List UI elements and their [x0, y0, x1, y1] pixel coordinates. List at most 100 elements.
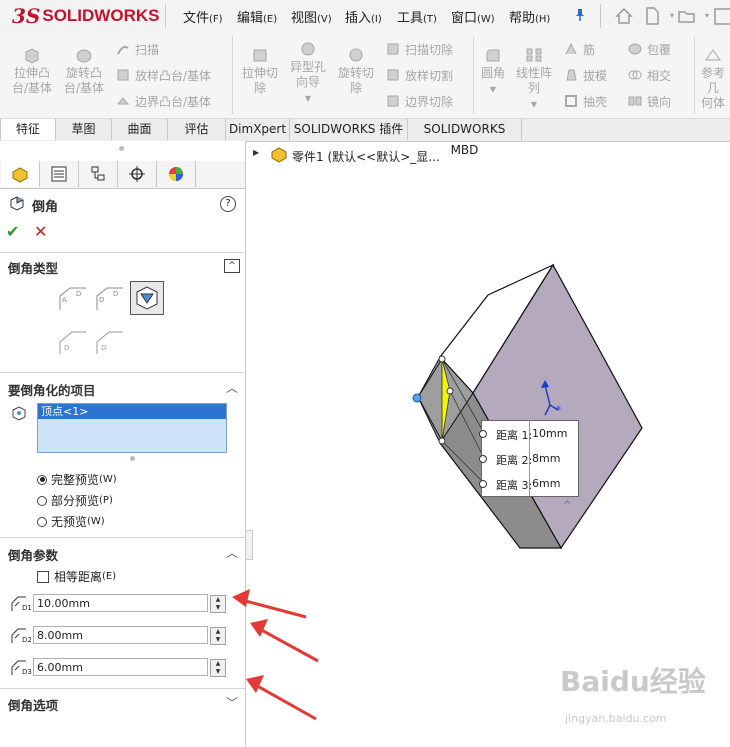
save-icon[interactable] [712, 6, 730, 26]
home-icon[interactable] [614, 6, 634, 26]
boundary-icon [116, 94, 130, 108]
distance-3-input[interactable]: 6.00mm [33, 658, 208, 676]
selection-list[interactable]: 顶点<1> [37, 403, 227, 453]
revolve-boss-button[interactable]: 旋转凸 台/基体 [60, 46, 108, 96]
collapse-chamfer-type-icon[interactable]: ^ [224, 259, 240, 273]
menu-file[interactable]: 文件(F) [183, 7, 223, 26]
help-icon[interactable]: ? [220, 196, 236, 212]
distance-3-spinner[interactable]: ▲ ▼ [210, 659, 226, 677]
callout-row-distance-1[interactable]: 距离 1: 10mm [479, 421, 578, 446]
vertex-chamfer-button[interactable] [130, 281, 164, 315]
pattern-dropdown-icon[interactable]: ▼ [531, 100, 537, 109]
tab-features[interactable]: 特征 [0, 119, 56, 140]
sweep-button[interactable]: 扫描 [116, 40, 159, 58]
full-preview-radio[interactable]: 完整预览 (W) [37, 471, 117, 488]
spin-down-icon[interactable]: ▼ [211, 668, 225, 676]
vertex-handle[interactable] [446, 387, 454, 395]
tab-display-manager[interactable] [157, 161, 196, 187]
selected-vertex-item[interactable]: 顶点<1> [38, 404, 226, 419]
face-face-chamfer-button[interactable]: D [93, 328, 127, 358]
new-document-icon[interactable] [642, 6, 662, 26]
distance-2-input[interactable]: 8.00mm [33, 626, 208, 644]
part-tree-label[interactable]: 零件1 (默认<<默认>_显... [292, 148, 440, 165]
spin-down-icon[interactable]: ▼ [211, 636, 225, 644]
distance-1-spinner[interactable]: ▲ ▼ [210, 595, 226, 613]
sweep-cut-button[interactable]: 扫描切除 [386, 40, 453, 58]
boundary-boss-button[interactable]: 边界凸台/基体 [116, 92, 211, 110]
extrude-cut-button[interactable]: 拉伸切除 [238, 46, 282, 96]
partial-preview-radio[interactable]: 部分预览 (P) [37, 492, 113, 509]
rib-button[interactable]: 筋 [564, 40, 595, 58]
distance-distance-chamfer-button[interactable]: DD [93, 284, 127, 314]
mirror-button[interactable]: 镜向 [628, 92, 671, 110]
pin-icon[interactable] [573, 8, 587, 26]
extrude-boss-button[interactable]: 拉伸凸 台/基体 [8, 46, 56, 96]
list-resize-handle[interactable] [130, 456, 135, 461]
loft-cut-button[interactable]: 放样切割 [386, 66, 453, 84]
equal-distance-checkbox[interactable]: 相等距离 (E) [37, 568, 116, 585]
solidworks-logo[interactable]: 3S SOLIDWORKS [12, 2, 159, 30]
brand-name: SOLIDWORKS [42, 6, 160, 25]
hole-wizard-dropdown-icon[interactable]: ▼ [305, 94, 311, 103]
loft-boss-button[interactable]: 放样凸台/基体 [116, 66, 211, 84]
menu-insert[interactable]: 插入(I) [345, 7, 382, 26]
tab-dimxpert-manager[interactable] [118, 161, 157, 187]
vertex-handle[interactable] [438, 437, 446, 445]
open-folder-icon[interactable] [677, 6, 697, 26]
logo-separator [165, 4, 166, 28]
ok-button[interactable]: ✔ [6, 222, 19, 241]
distance-2-spinner[interactable]: ▲ ▼ [210, 627, 226, 645]
panel-collapse-handle[interactable] [245, 530, 253, 560]
linear-pattern-button[interactable]: 线性阵列 ▼ [512, 46, 556, 112]
shell-button[interactable]: 抽壳 [564, 92, 607, 110]
hole-wizard-button[interactable]: 异型孔 向导 ▼ [286, 40, 330, 106]
collapse-items-icon[interactable]: ︿ [226, 379, 238, 396]
vertex-handle[interactable] [438, 355, 446, 363]
reference-geometry-button[interactable]: 参考几 何体 [696, 46, 730, 111]
tab-dimxpert[interactable]: DimXpert [226, 119, 290, 140]
callout-row-distance-3[interactable]: 距离 3: 6mm [479, 471, 578, 496]
chamfer-parameters-heading: 倒角参数 [8, 548, 59, 563]
chamfered-block-model[interactable]: ✳ ^ [380, 255, 650, 565]
distance-1-input[interactable]: 10.00mm [33, 594, 208, 612]
spin-up-icon[interactable]: ▲ [211, 596, 225, 604]
draft-button[interactable]: 拔模 [564, 66, 607, 84]
no-preview-radio[interactable]: 无预览 (W) [37, 513, 105, 530]
boundary-cut-button[interactable]: 边界切除 [386, 92, 453, 110]
tab-surfaces[interactable]: 曲面 [112, 119, 168, 140]
fillet-button[interactable]: 圆角 ▼ [476, 46, 510, 97]
offset-face-chamfer-button[interactable]: D [56, 328, 90, 358]
tab-property-manager[interactable] [40, 161, 79, 187]
spin-up-icon[interactable]: ▲ [211, 628, 225, 636]
tab-configuration-manager[interactable] [79, 161, 118, 187]
fillet-dropdown-icon[interactable]: ▼ [490, 85, 496, 94]
menu-view[interactable]: 视图(V) [291, 7, 332, 26]
cancel-button[interactable]: ✕ [34, 222, 47, 241]
menu-help[interactable]: 帮助(H) [509, 7, 550, 26]
menu-tools[interactable]: 工具(T) [397, 7, 437, 26]
chamfer-distance-callout[interactable]: 距离 1: 10mm 距离 2: 8mm 距离 3: 6mm [479, 420, 579, 497]
spin-down-icon[interactable]: ▼ [211, 604, 225, 612]
intersect-button[interactable]: 相交 [628, 66, 671, 84]
panel-splitter-handle[interactable] [119, 146, 124, 151]
revolve-cut-button[interactable]: 旋转切除 [334, 46, 378, 96]
tab-addins[interactable]: SOLIDWORKS 插件 [290, 119, 408, 140]
menu-window[interactable]: 窗口(W) [451, 7, 495, 26]
wrap-button[interactable]: 包覆 [628, 40, 671, 58]
manipulator-chevron-icon[interactable]: ^ [563, 500, 571, 511]
angle-distance-chamfer-button[interactable]: AD [56, 284, 90, 314]
tab-evaluate[interactable]: 评估 [168, 119, 226, 140]
callout-row-distance-2[interactable]: 距离 2: 8mm [479, 446, 578, 471]
tab-sketch[interactable]: 草图 [56, 119, 112, 140]
collapse-parameters-icon[interactable]: ︿ [226, 544, 238, 561]
selected-vertex-marker[interactable] [412, 393, 422, 403]
annotation-arrow-d3 [246, 675, 317, 721]
chamfer-feature-icon [8, 194, 26, 215]
tree-expand-icon[interactable]: ▶ [253, 148, 259, 157]
hole-wizard-icon [301, 42, 315, 56]
tab-feature-manager[interactable] [1, 161, 40, 187]
mirror-icon [628, 94, 642, 108]
tab-mbd[interactable]: SOLIDWORKS MBD [408, 119, 522, 157]
spin-up-icon[interactable]: ▲ [211, 660, 225, 668]
menu-edit[interactable]: 编辑(E) [237, 7, 277, 26]
